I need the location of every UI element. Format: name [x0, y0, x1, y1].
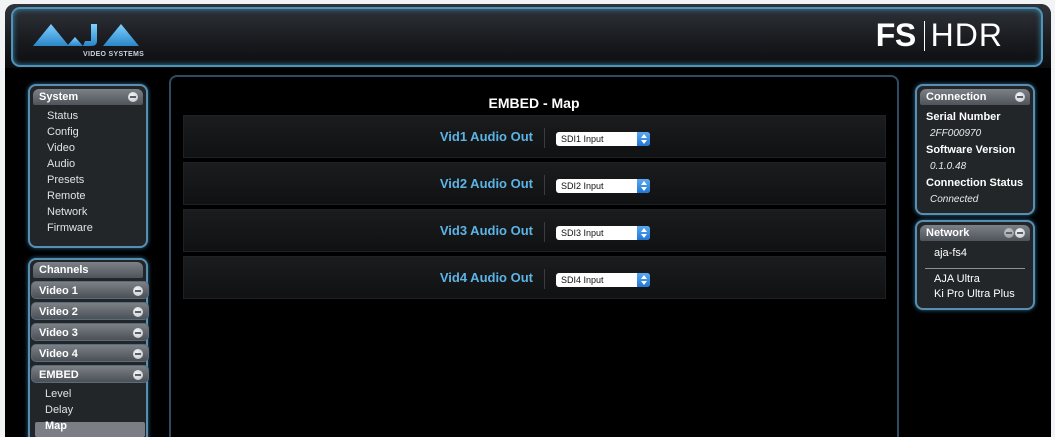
- row-divider: [544, 222, 545, 242]
- channel-label: EMBED: [39, 369, 79, 381]
- select-arrows-icon[interactable]: [637, 132, 650, 146]
- network-panel-title: Network: [926, 227, 970, 239]
- main-content: EMBED - Map Vid1 Audio Out SDI1 Input Vi…: [169, 75, 899, 437]
- expand-icon[interactable]: [133, 349, 143, 359]
- mapping-row: Vid2 Audio Out SDI2 Input: [183, 162, 886, 205]
- logo-subtitle: VIDEO SYSTEMS: [83, 51, 145, 58]
- channel-label: Video 1: [39, 285, 78, 297]
- nav-video[interactable]: Video: [30, 140, 146, 156]
- mapping-row: Vid3 Audio Out SDI3 Input: [183, 209, 886, 252]
- select-arrows-icon[interactable]: [637, 226, 650, 240]
- system-panel-title: System: [39, 91, 79, 103]
- embed-subnav: Level Delay Map: [28, 386, 73, 434]
- row-label: Vid2 Audio Out: [439, 176, 533, 191]
- row-label: Vid3 Audio Out: [439, 223, 533, 238]
- nav-firmware[interactable]: Firmware: [30, 220, 146, 236]
- network-device[interactable]: Ki Pro Ultra Plus: [917, 287, 1033, 302]
- channel-video-2[interactable]: Video 2: [31, 302, 149, 320]
- network-panel-header[interactable]: Network: [920, 225, 1030, 241]
- channel-label: Video 2: [39, 306, 78, 318]
- collapse-icon[interactable]: [1015, 92, 1025, 102]
- nav-network[interactable]: Network: [30, 204, 146, 220]
- mapping-row: Vid4 Audio Out SDI4 Input: [183, 256, 886, 299]
- product-name: FS HDR: [876, 17, 1003, 54]
- row-divider: [544, 128, 545, 148]
- serial-number-value: 2FF000970: [930, 128, 982, 139]
- select-value: SDI2 Input: [561, 181, 604, 191]
- refresh-icon[interactable]: [1004, 228, 1014, 238]
- collapse-icon[interactable]: [128, 92, 138, 102]
- serial-number-label: Serial Number: [926, 111, 1001, 123]
- software-version-label: Software Version: [926, 144, 1016, 156]
- product-divider: [923, 20, 925, 51]
- nav-status[interactable]: Status: [30, 108, 146, 124]
- select-value: SDI4 Input: [561, 275, 604, 285]
- network-device[interactable]: AJA Ultra: [917, 272, 1033, 287]
- nav-delay[interactable]: Delay: [28, 402, 73, 418]
- connection-status-label: Connection Status: [926, 177, 1024, 189]
- product-hdr: HDR: [930, 17, 1003, 53]
- header-bar: VIDEO SYSTEMS FS HDR: [5, 4, 1051, 68]
- channel-label: Video 3: [39, 327, 78, 339]
- mapping-row: Vid1 Audio Out SDI1 Input: [183, 115, 886, 158]
- channels-panel-title: Channels: [39, 264, 89, 276]
- expand-icon[interactable]: [133, 328, 143, 338]
- nav-map[interactable]: Map: [28, 418, 73, 434]
- collapse-icon[interactable]: [133, 370, 143, 380]
- select-arrows-icon[interactable]: [637, 273, 650, 287]
- row-divider: [544, 269, 545, 289]
- select-arrows-icon[interactable]: [637, 179, 650, 193]
- nav-audio[interactable]: Audio: [30, 156, 146, 172]
- nav-config[interactable]: Config: [30, 124, 146, 140]
- audio-source-select[interactable]: SDI2 Input: [556, 179, 650, 193]
- software-version-value: 0.1.0.48: [930, 161, 967, 172]
- connection-panel: Connection Serial Number 2FF000970 Softw…: [915, 84, 1035, 215]
- product-fs: FS: [875, 17, 916, 53]
- expand-icon[interactable]: [133, 286, 143, 296]
- app-window: VIDEO SYSTEMS FS HDR System Status Confi…: [5, 4, 1051, 437]
- audio-source-select[interactable]: SDI4 Input: [556, 273, 650, 287]
- system-panel: System Status Config Video Audio Presets…: [28, 84, 148, 248]
- nav-level[interactable]: Level: [28, 386, 73, 402]
- nav-remote[interactable]: Remote: [30, 188, 146, 204]
- channel-video-4[interactable]: Video 4: [31, 344, 149, 362]
- select-value: SDI1 Input: [561, 134, 604, 144]
- network-divider: [925, 268, 1025, 269]
- channel-video-1[interactable]: Video 1: [31, 281, 149, 299]
- system-panel-header[interactable]: System: [33, 89, 143, 105]
- network-panel: Network aja-fs4 AJA Ultra Ki Pro Ultra P…: [915, 220, 1035, 310]
- channel-label: Video 4: [39, 348, 78, 360]
- expand-icon[interactable]: [133, 307, 143, 317]
- collapse-icon[interactable]: [1015, 228, 1025, 238]
- audio-source-select[interactable]: SDI1 Input: [556, 132, 650, 146]
- network-current-device[interactable]: aja-fs4: [917, 245, 1033, 262]
- page-title: EMBED - Map: [488, 95, 580, 111]
- channel-video-3[interactable]: Video 3: [31, 323, 149, 341]
- channel-embed[interactable]: EMBED: [31, 365, 149, 383]
- channels-panel-header: Channels: [33, 262, 143, 278]
- nav-presets[interactable]: Presets: [30, 172, 146, 188]
- connection-status-value: Connected: [930, 194, 979, 205]
- connection-panel-title: Connection: [926, 91, 987, 103]
- connection-panel-header[interactable]: Connection: [920, 89, 1030, 105]
- row-label: Vid4 Audio Out: [439, 270, 533, 285]
- aja-logo: VIDEO SYSTEMS: [31, 19, 171, 63]
- audio-source-select[interactable]: SDI3 Input: [556, 226, 650, 240]
- row-divider: [544, 175, 545, 195]
- select-value: SDI3 Input: [561, 228, 604, 238]
- row-label: Vid1 Audio Out: [439, 129, 533, 144]
